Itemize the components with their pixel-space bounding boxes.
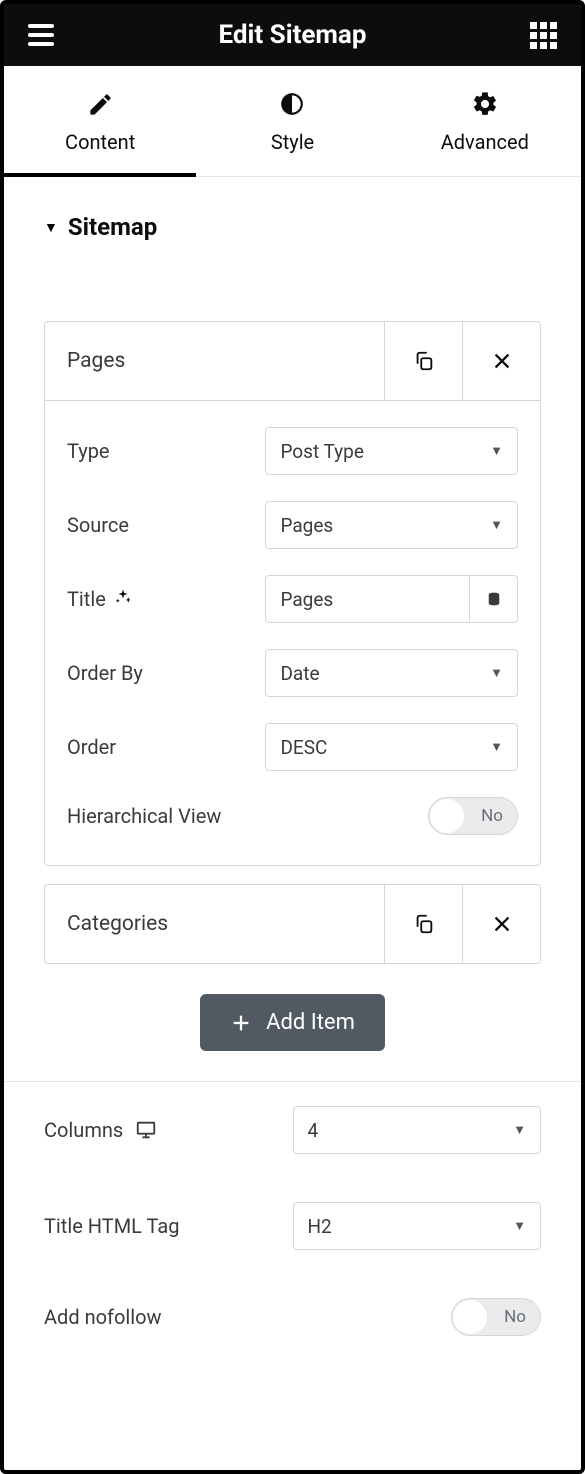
title-label-text: Title [67, 587, 106, 611]
tab-content-label: Content [65, 130, 135, 154]
field-hierarchical: Hierarchical View No [67, 797, 518, 835]
pencil-icon [87, 90, 114, 118]
gear-icon [471, 90, 499, 118]
add-item-button[interactable]: Add Item [200, 994, 385, 1051]
field-title: Title Pages [67, 575, 518, 623]
tab-style[interactable]: Style [196, 66, 388, 176]
orderby-value: Date [266, 662, 476, 685]
chevron-down-icon: ▼ [476, 665, 517, 681]
desktop-icon[interactable] [135, 1119, 157, 1141]
panel-header: Edit Sitemap [4, 4, 581, 66]
repeater-item-header[interactable]: Categories [45, 885, 540, 963]
repeater-item-header[interactable]: Pages [45, 322, 540, 400]
field-order: Order DESC ▼ [67, 723, 518, 771]
contrast-icon [279, 90, 305, 118]
columns-select[interactable]: 4 ▼ [293, 1106, 542, 1154]
chevron-down-icon: ▼ [476, 443, 517, 459]
title-value: Pages [266, 588, 469, 611]
orderby-select[interactable]: Date ▼ [265, 649, 518, 697]
repeater-item-categories: Categories [44, 884, 541, 964]
repeater-item-body: Type Post Type ▼ Source Pages ▼ [45, 400, 540, 865]
nofollow-toggle[interactable]: No [451, 1298, 541, 1336]
remove-button[interactable] [462, 322, 540, 400]
htmltag-value: H2 [294, 1215, 500, 1238]
toggle-label: No [504, 1307, 526, 1327]
dynamic-tags-button[interactable] [469, 576, 517, 622]
hierarchical-toggle[interactable]: No [428, 797, 518, 835]
type-value: Post Type [266, 440, 476, 463]
repeater-item-title: Categories [45, 912, 384, 936]
plus-icon [230, 1012, 252, 1034]
add-item-wrap: Add Item [44, 964, 541, 1081]
nofollow-label: Add nofollow [44, 1305, 293, 1329]
header-title: Edit Sitemap [219, 20, 367, 50]
field-source-label: Source [67, 513, 265, 537]
toggle-knob [453, 1300, 487, 1334]
repeater-item-pages: Pages Type Post Type ▼ Source [44, 321, 541, 866]
add-item-label: Add Item [266, 1010, 355, 1035]
duplicate-button[interactable] [384, 885, 462, 963]
chevron-down-icon: ▼ [499, 1218, 540, 1234]
order-select[interactable]: DESC ▼ [265, 723, 518, 771]
tab-advanced[interactable]: Advanced [389, 66, 581, 176]
section-title: Sitemap [68, 213, 157, 241]
panel-body: ▼ Sitemap Pages Type Post Type ▼ [4, 177, 581, 1360]
field-orderby: Order By Date ▼ [67, 649, 518, 697]
source-value: Pages [266, 514, 476, 537]
columns-label: Columns [44, 1118, 123, 1142]
chevron-down-icon: ▼ [476, 739, 517, 755]
field-title-label: Title [67, 587, 265, 611]
tab-style-label: Style [271, 130, 314, 154]
tab-advanced-label: Advanced [441, 130, 529, 154]
chevron-down-icon: ▼ [499, 1122, 540, 1138]
field-type: Type Post Type ▼ [67, 427, 518, 475]
chevron-down-icon: ▼ [476, 517, 517, 533]
source-select[interactable]: Pages ▼ [265, 501, 518, 549]
field-type-label: Type [67, 439, 265, 463]
remove-button[interactable] [462, 885, 540, 963]
field-source: Source Pages ▼ [67, 501, 518, 549]
toggle-label: No [481, 806, 503, 826]
toggle-knob [430, 799, 464, 833]
apps-icon[interactable] [530, 22, 557, 49]
menu-icon[interactable] [28, 24, 54, 46]
columns-value: 4 [294, 1119, 500, 1142]
field-columns: Columns 4 ▼ [44, 1082, 541, 1178]
duplicate-button[interactable] [384, 322, 462, 400]
field-hierarchical-label: Hierarchical View [67, 804, 338, 828]
repeater-item-title: Pages [45, 349, 384, 373]
field-nofollow: Add nofollow No [44, 1274, 541, 1360]
tab-content[interactable]: Content [4, 66, 196, 176]
htmltag-label: Title HTML Tag [44, 1214, 293, 1238]
field-orderby-label: Order By [67, 661, 265, 685]
htmltag-select[interactable]: H2 ▼ [293, 1202, 542, 1250]
ai-sparkle-icon[interactable] [114, 587, 132, 611]
title-input[interactable]: Pages [265, 575, 518, 623]
order-value: DESC [266, 736, 476, 759]
tabs: Content Style Advanced [4, 66, 581, 177]
section-sitemap-header[interactable]: ▼ Sitemap [44, 177, 541, 265]
caret-down-icon: ▼ [44, 219, 58, 236]
type-select[interactable]: Post Type ▼ [265, 427, 518, 475]
field-order-label: Order [67, 735, 265, 759]
field-htmltag: Title HTML Tag H2 ▼ [44, 1178, 541, 1274]
